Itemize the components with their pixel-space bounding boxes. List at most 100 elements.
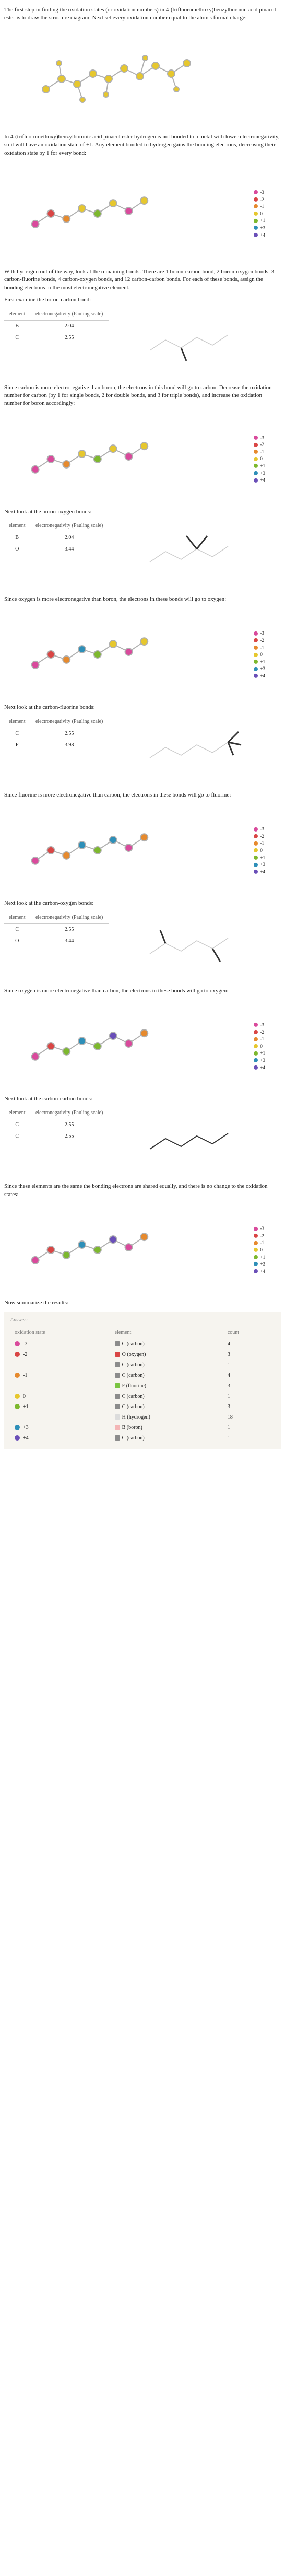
legend-label: +3	[260, 470, 265, 477]
en-cell-element: O	[4, 935, 30, 947]
legend-dot-icon	[254, 190, 258, 194]
legend-dot-icon	[254, 1044, 258, 1048]
en-th-element: element	[4, 1107, 30, 1119]
legend-dot-icon	[254, 848, 258, 852]
legend-dot-icon	[254, 212, 258, 216]
table-row: C2.55	[4, 923, 109, 935]
legend-dot-icon	[254, 197, 258, 202]
en-cell-value: 3.98	[30, 740, 109, 751]
legend-label: 0	[260, 847, 263, 854]
en-th-en: electronegativity (Pauling scale)	[30, 520, 109, 532]
element-name: O (oxygen)	[122, 1352, 146, 1357]
legend-row: +4	[254, 869, 265, 875]
ox-dot-icon	[15, 1373, 20, 1378]
answer-row: +1C (carbon)3	[10, 1402, 275, 1412]
bo-note: Since oxygen is more electronegative tha…	[4, 595, 281, 603]
legend-dot-icon	[254, 457, 258, 461]
legend-row: +4	[254, 1064, 265, 1071]
answer-cell-element: C (carbon)	[111, 1360, 223, 1371]
legend-dot-icon	[254, 646, 258, 650]
legend-dot-icon	[254, 1023, 258, 1027]
element-name: C (carbon)	[122, 1404, 145, 1410]
legend-row: -2	[254, 833, 265, 840]
answer-row: +4C (carbon)1	[10, 1433, 275, 1444]
answer-row: +3 B (boron) 1	[10, 1423, 275, 1433]
legend-label: +4	[260, 673, 265, 680]
legend-dot-icon	[254, 862, 258, 867]
answer-cell-ox: +4	[10, 1433, 111, 1444]
table-row: O3.44	[4, 544, 109, 555]
table-row: C2.55	[4, 728, 109, 740]
legend-row: +1	[254, 1050, 265, 1057]
legend-row: -2	[254, 441, 265, 448]
legend-row: 0	[254, 1247, 265, 1254]
legend-row: +4	[254, 1268, 265, 1275]
legend-row: +1	[254, 854, 265, 861]
ox-value: -3	[23, 1341, 27, 1347]
en-cell-element: B	[4, 320, 30, 332]
co-en-table: element electronegativity (Pauling scale…	[4, 912, 109, 947]
en-cell-value: 3.44	[30, 544, 109, 555]
answer-cell-count: 1	[223, 1423, 275, 1433]
legend-row: 0	[254, 455, 265, 462]
answer-cell-ox	[10, 1412, 111, 1423]
bo-bond-diagram	[113, 520, 281, 593]
legend-row: -2	[254, 1029, 265, 1036]
legend-dot-icon	[254, 667, 258, 671]
answer-th-el: element	[111, 1327, 223, 1339]
legend-dot-icon	[254, 1058, 258, 1062]
legend-label: -3	[260, 435, 264, 441]
diagram-after-cf: -3-2-10+1+3+4	[4, 803, 281, 897]
legend-label: +1	[260, 463, 265, 470]
answer-row: F (fluorine)3	[10, 1381, 275, 1391]
ox-dot-icon	[15, 1404, 20, 1409]
first-examine-text: First examine the boron-carbon bond:	[4, 296, 281, 304]
answer-row: C (carbon)1	[10, 1360, 275, 1371]
legend-row: +1	[254, 463, 265, 470]
cc-bond-diagram	[113, 1107, 281, 1180]
element-name: B (boron)	[122, 1425, 142, 1431]
legend-label: +4	[260, 231, 265, 238]
en-cell-element: C	[4, 332, 30, 344]
legend-row: +1	[254, 1254, 265, 1261]
answer-block: Answer: oxidation state element count -3…	[4, 1312, 281, 1449]
legend-label: -3	[260, 826, 264, 833]
legend-row: +4	[254, 673, 265, 680]
bo-section: element electronegativity (Pauling scale…	[4, 520, 281, 593]
en-cell-element: C	[4, 923, 30, 935]
ox-dot-icon	[15, 1341, 20, 1346]
en-cell-element: B	[4, 532, 30, 544]
legend-label: -1	[260, 449, 264, 455]
legend-dot-icon	[254, 660, 258, 664]
answer-cell-count: 3	[223, 1381, 275, 1391]
legend-label: -3	[260, 1225, 264, 1232]
answer-th-ox: oxidation state	[10, 1327, 111, 1339]
answer-cell-ox: +3	[10, 1423, 111, 1433]
ox-value: +3	[23, 1425, 29, 1431]
oxidation-legend: -3-2-10+1+3+4	[254, 629, 265, 680]
diagram-final: -3-2-10+1+3+4	[4, 1203, 281, 1297]
legend-label: -1	[260, 1239, 264, 1246]
legend-row: -1	[254, 449, 265, 455]
legend-dot-icon	[254, 652, 258, 657]
legend-label: +1	[260, 1254, 265, 1261]
answer-cell-ox: -2	[10, 1350, 111, 1360]
table-row: B2.04	[4, 320, 109, 332]
table-row: C2.55	[4, 1119, 109, 1131]
legend-label: -1	[260, 203, 264, 210]
cf-en-table: element electronegativity (Pauling scale…	[4, 716, 109, 751]
legend-dot-icon	[254, 233, 258, 237]
element-swatch-icon	[115, 1341, 120, 1346]
element-swatch-icon	[115, 1373, 120, 1378]
answer-cell-element: O (oxygen)	[111, 1350, 223, 1360]
legend-label: -1	[260, 645, 264, 651]
diagram-after-bo: -3-2-10+1+3+4	[4, 607, 281, 701]
answer-cell-ox: -1	[10, 1371, 111, 1381]
legend-row: -3	[254, 826, 265, 833]
bo-header: Next look at the boron-oxygen bonds:	[4, 508, 281, 516]
legend-dot-icon	[254, 834, 258, 838]
legend-dot-icon	[254, 471, 258, 475]
en-cell-value: 2.55	[30, 332, 109, 344]
ox-value: +4	[23, 1435, 29, 1441]
answer-row: -3C (carbon)4	[10, 1339, 275, 1350]
